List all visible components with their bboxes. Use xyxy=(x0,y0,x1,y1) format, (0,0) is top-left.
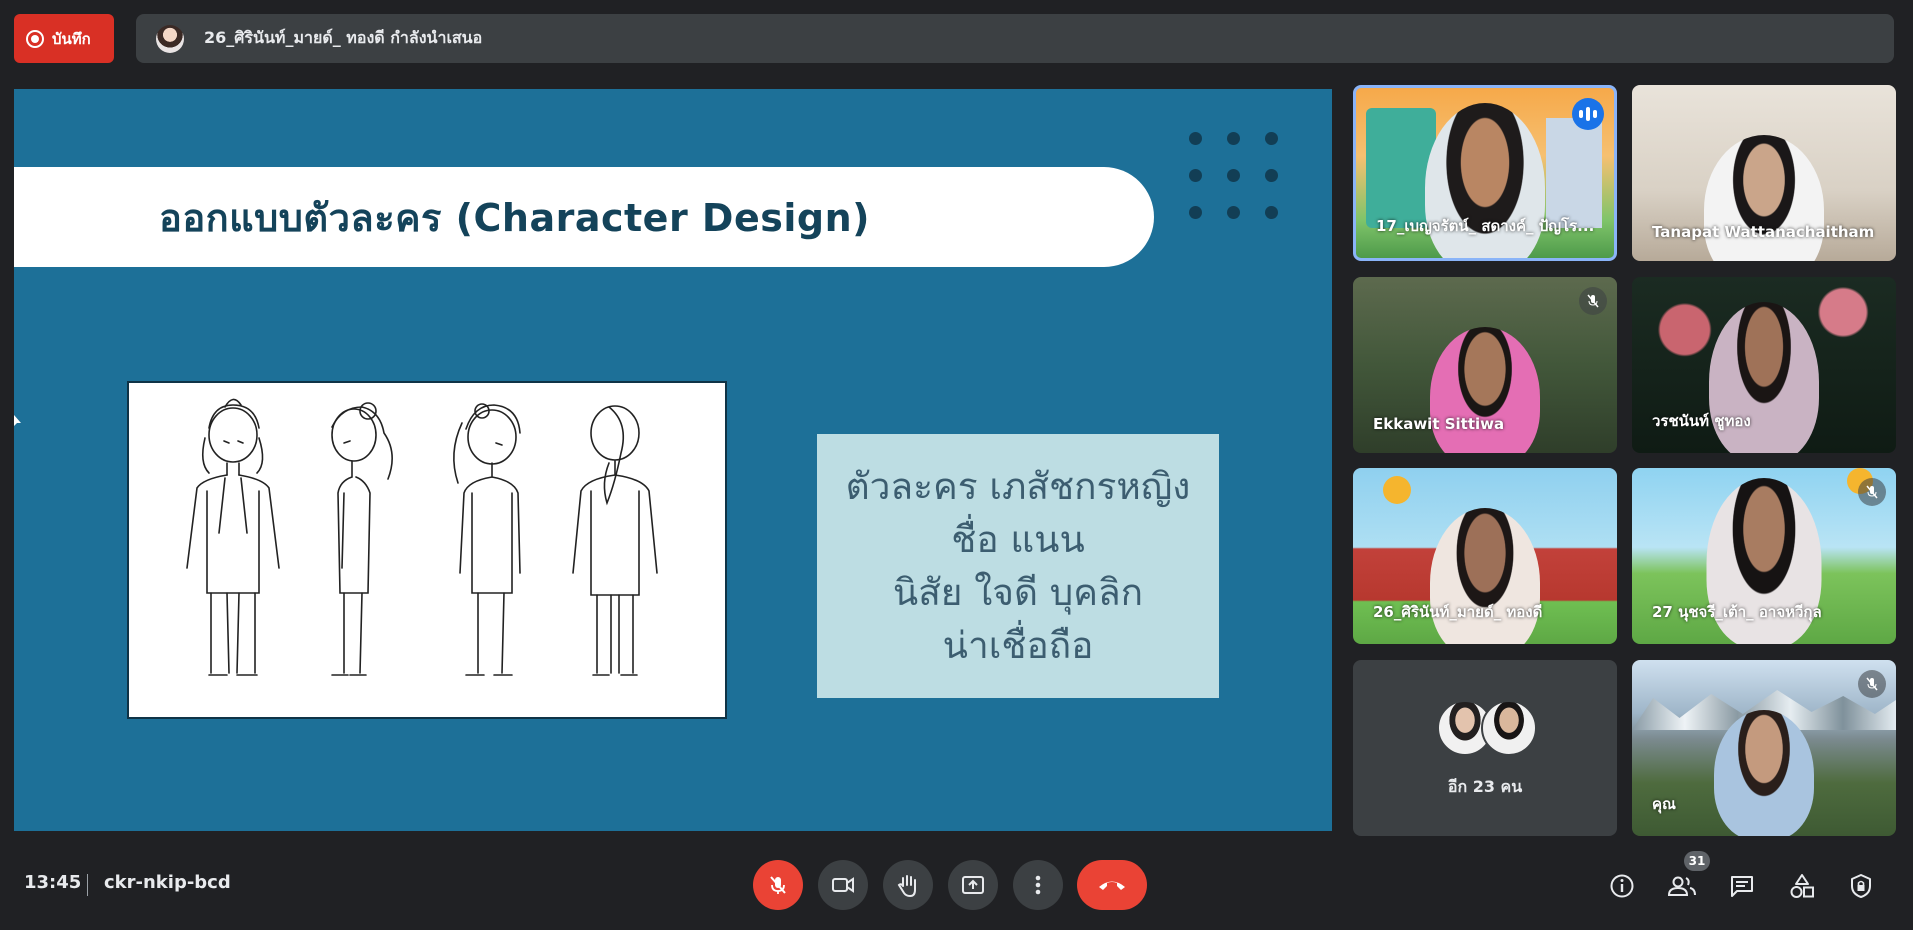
people-icon xyxy=(1668,876,1696,896)
record-button[interactable]: บันทึก xyxy=(14,14,114,63)
avatar xyxy=(1481,700,1537,756)
mic-off-icon xyxy=(1858,670,1886,698)
present-screen-icon xyxy=(962,876,984,894)
end-call-button[interactable] xyxy=(1077,860,1147,910)
raise-hand-icon xyxy=(897,875,916,897)
participant-name: 26_ศิรินันท์_มายด์_ ทองดี xyxy=(1373,603,1543,621)
presenting-text: 26_ศิรินันท์_มายด์_ ทองดี กำลังนำเสนอ xyxy=(204,28,483,47)
info-line-personality: นิสัย ใจดี บุคลิก xyxy=(892,571,1144,614)
participant-tile-self[interactable]: คุณ xyxy=(1632,660,1896,836)
participant-tile[interactable]: 27 นุชจรี_เต้า_ อาจหวีกุล xyxy=(1632,468,1896,644)
participant-tile[interactable]: Ekkawit Sittiwa xyxy=(1353,277,1617,453)
raise-hand-button[interactable] xyxy=(883,860,933,910)
participant-tile[interactable]: วรชนันท์ ชูทอง xyxy=(1632,277,1896,453)
others-count-label: อีก 23 คน xyxy=(1447,777,1523,796)
record-icon xyxy=(26,29,44,48)
slide-title: ออกแบบตัวละคร (Character Design) xyxy=(159,195,871,240)
slide-title-bar: ออกแบบตัวละคร (Character Design) xyxy=(14,167,1154,267)
info-line-trait: น่าเชื่อถือ xyxy=(942,624,1094,667)
presenting-banner: 26_ศิรินันท์_มายด์_ ทองดี กำลังนำเสนอ xyxy=(136,14,1894,63)
character-sketch-drawing xyxy=(186,398,658,676)
activities-button[interactable] xyxy=(1782,866,1822,906)
people-button[interactable] xyxy=(1662,866,1702,906)
chat-button[interactable] xyxy=(1722,866,1762,906)
info-line-role: ตัวละคร เภสัชกรหญิง xyxy=(845,465,1191,508)
character-sketch-image xyxy=(127,381,727,719)
presenter-avatar xyxy=(156,24,184,53)
activities-icon xyxy=(1790,874,1814,898)
shared-slide: ออกแบบตัวละคร (Character Design) ตัวละคร… xyxy=(14,89,1332,831)
mouse-cursor-icon xyxy=(14,415,21,426)
speaking-indicator-icon xyxy=(1572,98,1604,130)
participant-tile[interactable]: 17_เบญจรัตน์_ สดางค์_ ปัญโร... xyxy=(1353,85,1617,261)
participant-tile[interactable]: Tanapat Wattanachaitham xyxy=(1632,85,1896,261)
others-tile[interactable]: อีก 23 คน xyxy=(1353,660,1617,836)
camera-toggle-button[interactable] xyxy=(818,860,868,910)
mic-toggle-button[interactable] xyxy=(753,860,803,910)
host-controls-button[interactable] xyxy=(1841,866,1881,906)
end-call-icon xyxy=(1099,881,1125,890)
more-options-button[interactable] xyxy=(1013,860,1063,910)
clock: 13:45 xyxy=(24,872,82,893)
participant-name: Tanapat Wattanachaitham xyxy=(1652,223,1875,241)
decorative-dots xyxy=(1189,132,1279,222)
participant-name: 27 นุชจรี_เต้า_ อาจหวีกุล xyxy=(1652,603,1822,621)
meeting-info-button[interactable] xyxy=(1602,866,1642,906)
character-info-box: ตัวละคร เภสัชกรหญิง ชื่อ แนน นิสัย ใจดี … xyxy=(817,434,1219,698)
mic-off-icon xyxy=(1579,287,1607,315)
chat-icon xyxy=(1731,876,1753,897)
participant-name: 17_เบญจรัตน์_ สดางค์_ ปัญโร... xyxy=(1376,217,1595,235)
participant-tile[interactable]: 26_ศิรินันท์_มายด์_ ทองดี xyxy=(1353,468,1617,644)
record-label: บันทึก xyxy=(52,29,91,48)
info-line-name: ชื่อ แนน xyxy=(951,518,1085,561)
mic-off-icon xyxy=(770,876,786,894)
mic-off-icon xyxy=(1858,478,1886,506)
participant-name: วรชนันท์ ชูทอง xyxy=(1652,412,1751,430)
participant-name: คุณ xyxy=(1652,795,1676,813)
present-screen-button[interactable] xyxy=(948,860,998,910)
host-controls-icon xyxy=(1851,874,1871,898)
more-options-icon xyxy=(1035,875,1041,895)
camera-icon xyxy=(832,877,854,893)
people-count-badge: 31 xyxy=(1684,851,1710,871)
participant-name: Ekkawit Sittiwa xyxy=(1373,415,1505,433)
divider xyxy=(87,874,88,896)
info-icon xyxy=(1610,874,1634,898)
meeting-code: ckr-nkip-bcd xyxy=(104,872,231,893)
